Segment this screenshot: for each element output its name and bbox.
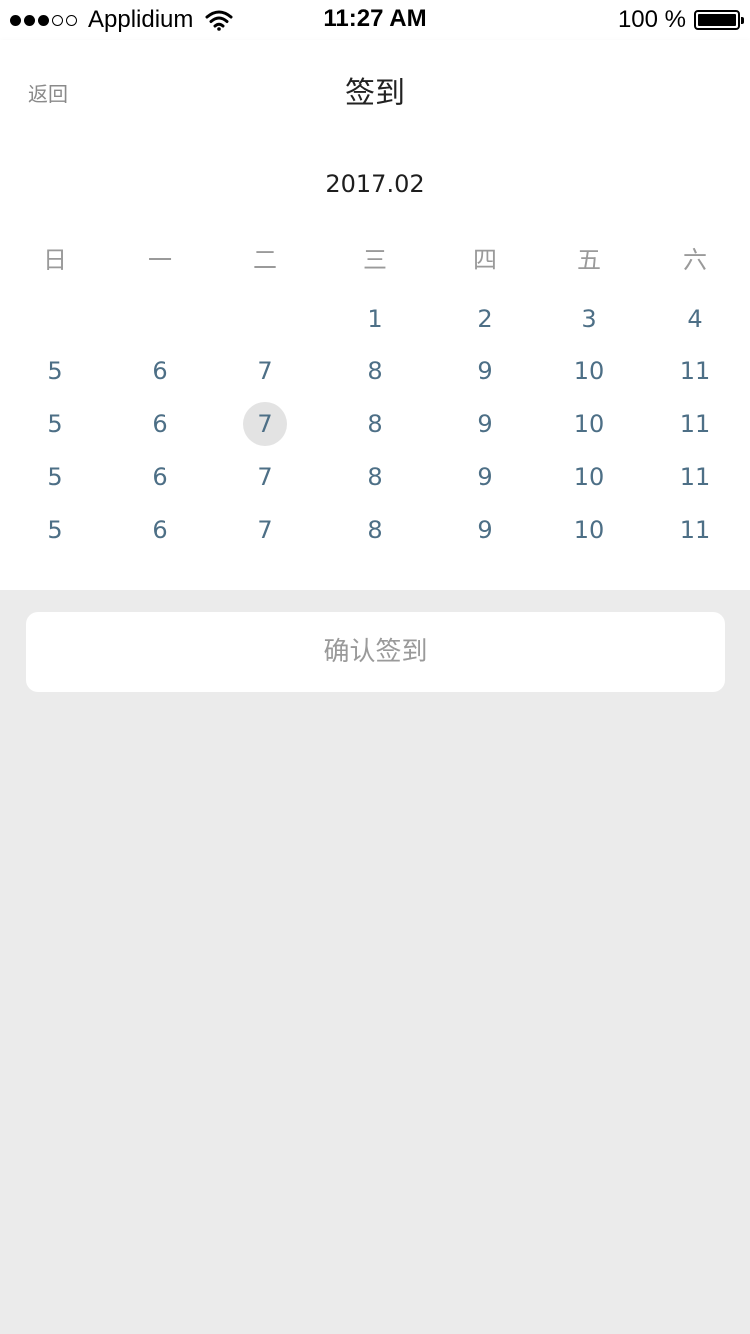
calendar-day[interactable]: 7 <box>243 455 287 499</box>
calendar-day[interactable]: 7 <box>243 508 287 552</box>
calendar-day[interactable]: 6 <box>138 349 182 393</box>
calendar-day[interactable]: 2 <box>463 297 507 341</box>
weekday-label: 五 <box>577 246 601 274</box>
calendar-day[interactable]: 8 <box>353 402 397 446</box>
calendar-day[interactable]: 8 <box>353 455 397 499</box>
calendar-day[interactable]: 9 <box>463 455 507 499</box>
calendar-day[interactable]: 10 <box>567 508 611 552</box>
calendar-day[interactable]: 8 <box>353 508 397 552</box>
calendar-day[interactable]: 11 <box>673 349 717 393</box>
status-right: 100 % <box>617 6 744 34</box>
calendar-day[interactable]: 9 <box>463 508 507 552</box>
weekday-label: 三 <box>363 246 387 274</box>
calendar-day[interactable]: 4 <box>673 297 717 341</box>
battery-percentage: 100 % <box>617 6 686 33</box>
weekday-header-row: 日一二三四五六 <box>0 240 750 276</box>
calendar-day[interactable]: 10 <box>567 455 611 499</box>
page-title: 签到 <box>345 76 405 111</box>
calendar-day[interactable]: 10 <box>567 349 611 393</box>
weekday-label: 四 <box>473 246 497 274</box>
status-bar: Applidium 11:27 AM 100 % <box>0 0 750 40</box>
calendar-day[interactable]: 9 <box>463 402 507 446</box>
weekday-label: 六 <box>683 246 707 274</box>
battery-icon <box>694 10 744 30</box>
calendar-day[interactable]: 11 <box>673 508 717 552</box>
calendar-day[interactable]: 5 <box>33 349 77 393</box>
calendar-day[interactable]: 7 <box>243 349 287 393</box>
calendar: 2017.02 日 一 二 三 四 五 六 1 2 3 4 5 6 7 8 9 10 11 5 6 7 8 9 10 11 5 6… <box>0 128 750 590</box>
calendar-day[interactable]: 9 <box>463 349 507 393</box>
calendar-day[interactable]: 5 <box>33 455 77 499</box>
calendar-day[interactable]: 11 <box>673 455 717 499</box>
weekday-label: 一 <box>148 246 172 274</box>
navigation-bar: 返回 签到 <box>0 40 750 128</box>
weekday-label: 日 <box>43 246 67 274</box>
calendar-day[interactable]: 6 <box>138 508 182 552</box>
calendar-day[interactable]: 11 <box>673 402 717 446</box>
calendar-day[interactable]: 1 <box>353 297 397 341</box>
calendar-day-selected[interactable]: 7 <box>243 402 287 446</box>
calendar-day[interactable]: 8 <box>353 349 397 393</box>
calendar-day[interactable]: 6 <box>138 402 182 446</box>
calendar-day[interactable]: 5 <box>33 402 77 446</box>
calendar-day[interactable]: 3 <box>567 297 611 341</box>
calendar-day[interactable]: 5 <box>33 508 77 552</box>
calendar-day[interactable]: 10 <box>567 402 611 446</box>
calendar-month-label: 2017.02 <box>325 170 425 198</box>
calendar-day[interactable]: 6 <box>138 455 182 499</box>
weekday-label: 二 <box>253 246 277 274</box>
confirm-checkin-button[interactable]: 确认签到 <box>26 612 725 692</box>
